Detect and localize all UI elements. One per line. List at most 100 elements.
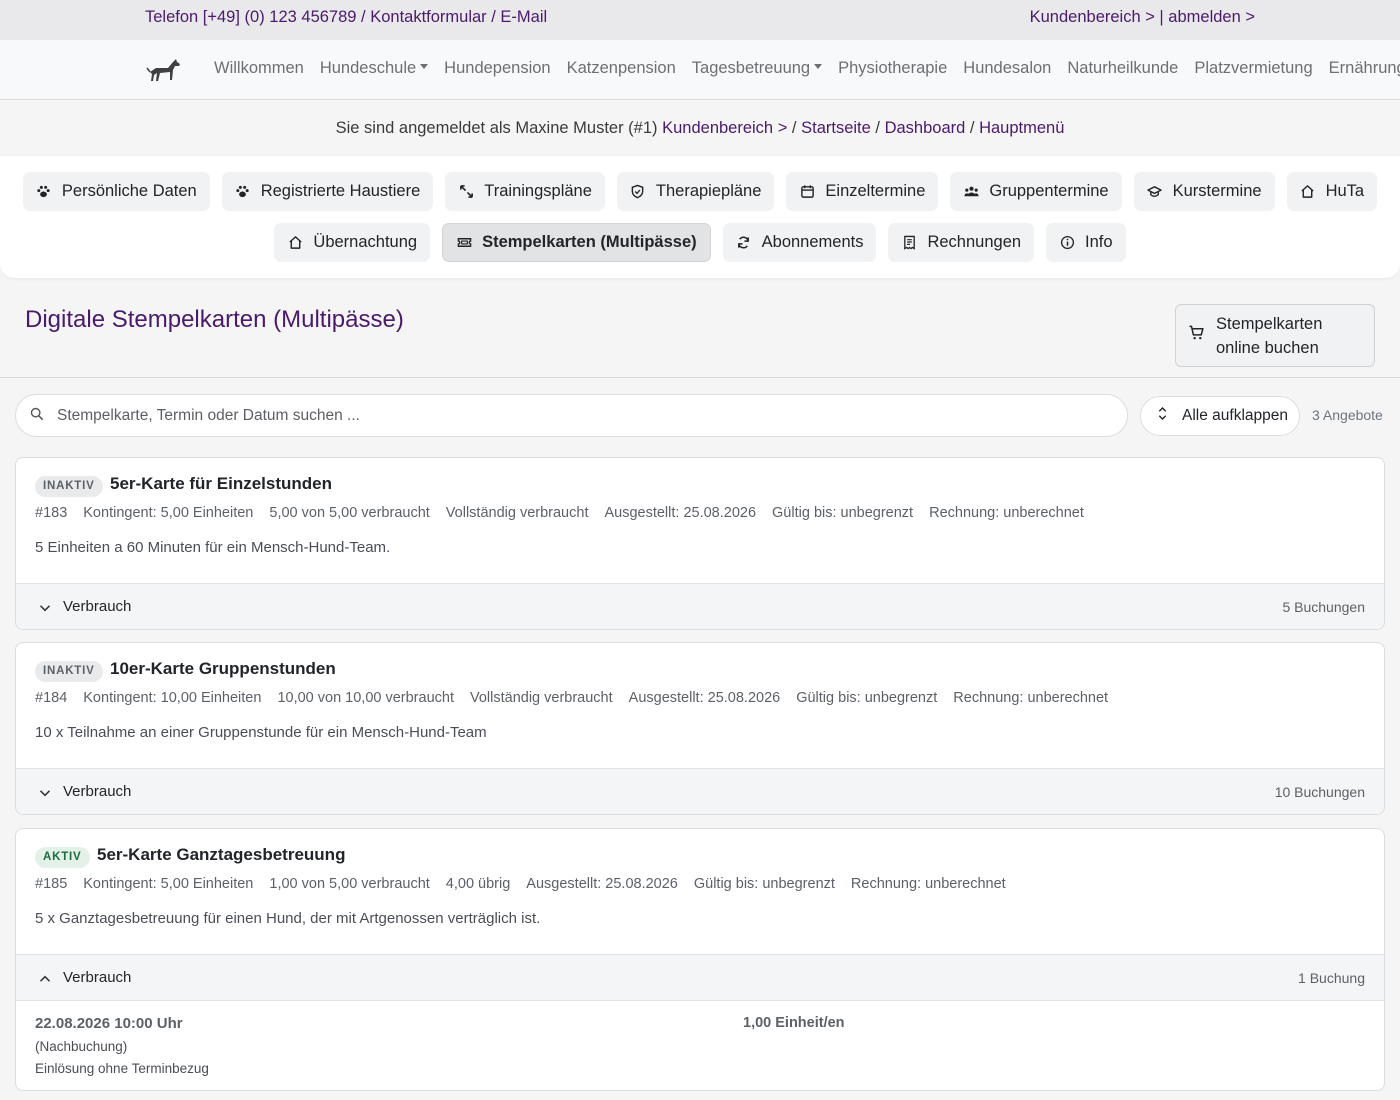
card-quota: Kontingent: 10,00 Einheiten xyxy=(83,690,262,706)
booking-entry: 22.08.2026 10:00 Uhr (Nachbuchung) Einlö… xyxy=(16,1000,1384,1090)
nav-item-katzenpension[interactable]: Katzenpension xyxy=(559,59,684,78)
card-issued: Ausgestellt: 25.08.2026 xyxy=(526,876,678,892)
tab-registrierte-haustiere[interactable]: Registrierte Haustiere xyxy=(221,172,434,211)
tab-kurstermine[interactable]: Kurstermine xyxy=(1133,172,1275,211)
tab-gruppentermine[interactable]: Gruppentermine xyxy=(950,172,1122,211)
receipt-icon xyxy=(901,235,917,251)
expand-arrows-icon xyxy=(458,184,474,200)
buy-button-line-1: Stempelkarten xyxy=(1216,314,1323,333)
expand-all-button[interactable]: Alle aufklappen xyxy=(1140,396,1300,436)
status-badge: AKTIV xyxy=(35,847,90,868)
card-valid-until: Gültig bis: unbegrenzt xyxy=(772,505,914,521)
nav-item-tagesbetreuung[interactable]: Tagesbetreuung xyxy=(684,59,830,78)
tab-label: Gruppentermine xyxy=(989,182,1109,200)
home-icon xyxy=(287,235,303,251)
tab-label: Persönliche Daten xyxy=(61,182,197,200)
card-invoice: Rechnung: unberechnet xyxy=(929,505,1084,521)
usage-label: Verbrauch xyxy=(63,598,132,615)
nav-item-naturheilkunde[interactable]: Naturheilkunde xyxy=(1059,59,1186,78)
nav-item-hundepension[interactable]: Hundepension xyxy=(436,59,558,78)
card-quota: Kontingent: 5,00 Einheiten xyxy=(83,876,254,892)
tabs-row-2: Übernachtung Stempelkarten (Multipässe) Ab… xyxy=(0,223,1400,262)
card-header: INAKTIV 5er-Karte für Einzelstunden #183… xyxy=(16,458,1384,583)
bookings-count: 1 Buchung xyxy=(1298,970,1365,986)
card-issued: Ausgestellt: 25.08.2026 xyxy=(604,505,757,521)
account-links[interactable]: Kundenbereich > | abmelden > xyxy=(1030,8,1255,27)
tab-abonnements[interactable]: Abonnements xyxy=(722,223,877,262)
usage-toggle[interactable]: Verbrauch 5 Buchungen xyxy=(16,583,1384,629)
cart-icon xyxy=(1188,324,1206,348)
expand-all-label: Alle aufklappen xyxy=(1182,407,1288,424)
nav-item-ernaehrung[interactable]: Ernährungs xyxy=(1321,59,1400,78)
tab-uebernachtung[interactable]: Übernachtung xyxy=(274,223,431,262)
nav-item-willkommen[interactable]: Willkommen xyxy=(206,59,312,78)
card-invoice: Rechnung: unberechnet xyxy=(953,690,1109,706)
page-header: Digitale Stempelkarten (Multipässe) Stem… xyxy=(0,278,1400,378)
tab-label: HuTa xyxy=(1325,182,1365,200)
card-meta: #185 Kontingent: 5,00 Einheiten 1,00 von… xyxy=(35,876,1022,892)
breadcrumb-dashboard[interactable]: Dashboard xyxy=(885,119,966,137)
status-badge: INAKTIV xyxy=(35,661,103,682)
ticket-icon xyxy=(456,235,472,251)
card-title: 5er-Karte Ganztagesbetreuung xyxy=(97,845,346,864)
search-input[interactable] xyxy=(57,406,1057,425)
chevron-up-icon xyxy=(39,972,51,984)
search-icon xyxy=(30,407,46,425)
card-id: #185 xyxy=(35,876,68,892)
paw-icon xyxy=(235,184,251,200)
login-status-breadcrumb: Sie sind angemeldet als Maxine Muster (#… xyxy=(0,100,1400,156)
card-invoice: Rechnung: unberechnet xyxy=(850,876,1006,892)
tab-label: Rechnungen xyxy=(927,233,1022,251)
card-description: 10 x Teilnahme an einer Gruppenstunde fü… xyxy=(35,724,487,741)
card-meta: #184 Kontingent: 10,00 Einheiten 10,00 v… xyxy=(35,690,1124,706)
tab-trainingsplaene[interactable]: Trainingspläne xyxy=(445,172,605,211)
tab-label: Info xyxy=(1085,233,1113,251)
tab-label: Übernachtung xyxy=(313,233,418,251)
card-description: 5 Einheiten a 60 Minuten für ein Mensch-… xyxy=(35,539,391,556)
offers-count: 3 Angebote xyxy=(1312,407,1383,423)
tab-label: Einzeltermine xyxy=(825,182,926,200)
tab-persoenliche-daten[interactable]: Persönliche Daten xyxy=(22,172,210,211)
page-title: Digitale Stempelkarten (Multipässe) xyxy=(25,306,404,333)
tab-info[interactable]: Info xyxy=(1046,223,1126,262)
chevron-down-icon xyxy=(39,601,51,613)
nav-list: Willkommen Hundeschule Hundepension Katz… xyxy=(206,59,1400,78)
search-box[interactable] xyxy=(15,394,1128,437)
tab-label: Stempelkarten (Multipässe) xyxy=(482,233,697,251)
tab-label: Registrierte Haustiere xyxy=(260,182,421,200)
breadcrumb-home[interactable]: Startseite xyxy=(801,119,871,137)
breadcrumb-customer-area[interactable]: Kundenbereich > xyxy=(662,119,787,137)
nav-item-hundesalon[interactable]: Hundesalon xyxy=(955,59,1059,78)
main-navigation: Willkommen Hundeschule Hundepension Katz… xyxy=(0,40,1400,100)
booking-amount: 1,00 Einheit/en xyxy=(743,1015,845,1031)
punch-card: INAKTIV 10er-Karte Gruppenstunden #184 K… xyxy=(15,642,1385,815)
buy-button-line-2: online buchen xyxy=(1216,338,1319,357)
tab-label: Abonnements xyxy=(761,233,864,251)
nav-item-hundeschule[interactable]: Hundeschule xyxy=(312,59,436,78)
punch-card: AKTIV 5er-Karte Ganztagesbetreuung #185 … xyxy=(15,828,1385,1091)
usage-toggle[interactable]: Verbrauch 1 Buchung xyxy=(16,954,1384,1000)
tab-label: Trainingspläne xyxy=(484,182,592,200)
tab-rechnungen[interactable]: Rechnungen xyxy=(888,223,1035,262)
home-icon xyxy=(1300,184,1316,200)
nav-item-physiotherapie[interactable]: Physiotherapie xyxy=(830,59,955,78)
bookings-count: 10 Buchungen xyxy=(1274,784,1365,800)
tab-label: Kurstermine xyxy=(1172,182,1262,200)
tab-huta[interactable]: HuTa xyxy=(1286,172,1378,211)
caret-down-icon xyxy=(420,64,429,70)
nav-item-platzvermietung[interactable]: Platzvermietung xyxy=(1186,59,1320,78)
tab-stempelkarten-multipaesse[interactable]: Stempelkarten (Multipässe) xyxy=(442,223,711,262)
dog-logo-icon[interactable] xyxy=(146,56,184,84)
card-remaining: 4,00 übrig xyxy=(445,876,511,892)
paw-icon xyxy=(36,184,52,200)
section-tabs-panel: Persönliche Daten Registrierte Haustiere T… xyxy=(0,156,1400,278)
usage-toggle[interactable]: Verbrauch 10 Buchungen xyxy=(16,768,1384,814)
tab-therapieplaene[interactable]: Therapiepläne xyxy=(616,172,775,211)
tab-einzeltermine[interactable]: Einzeltermine xyxy=(786,172,939,211)
buy-punch-cards-button[interactable]: Stempelkarten online buchen xyxy=(1175,304,1375,367)
bookings-count: 5 Buchungen xyxy=(1282,599,1365,615)
contact-links[interactable]: Telefon [+49] (0) 123 456789 / Kontaktfo… xyxy=(145,8,547,27)
tab-label: Therapiepläne xyxy=(655,182,762,200)
card-used: 1,00 von 5,00 verbraucht xyxy=(269,876,430,892)
breadcrumb-main-menu[interactable]: Hauptmenü xyxy=(979,119,1064,137)
